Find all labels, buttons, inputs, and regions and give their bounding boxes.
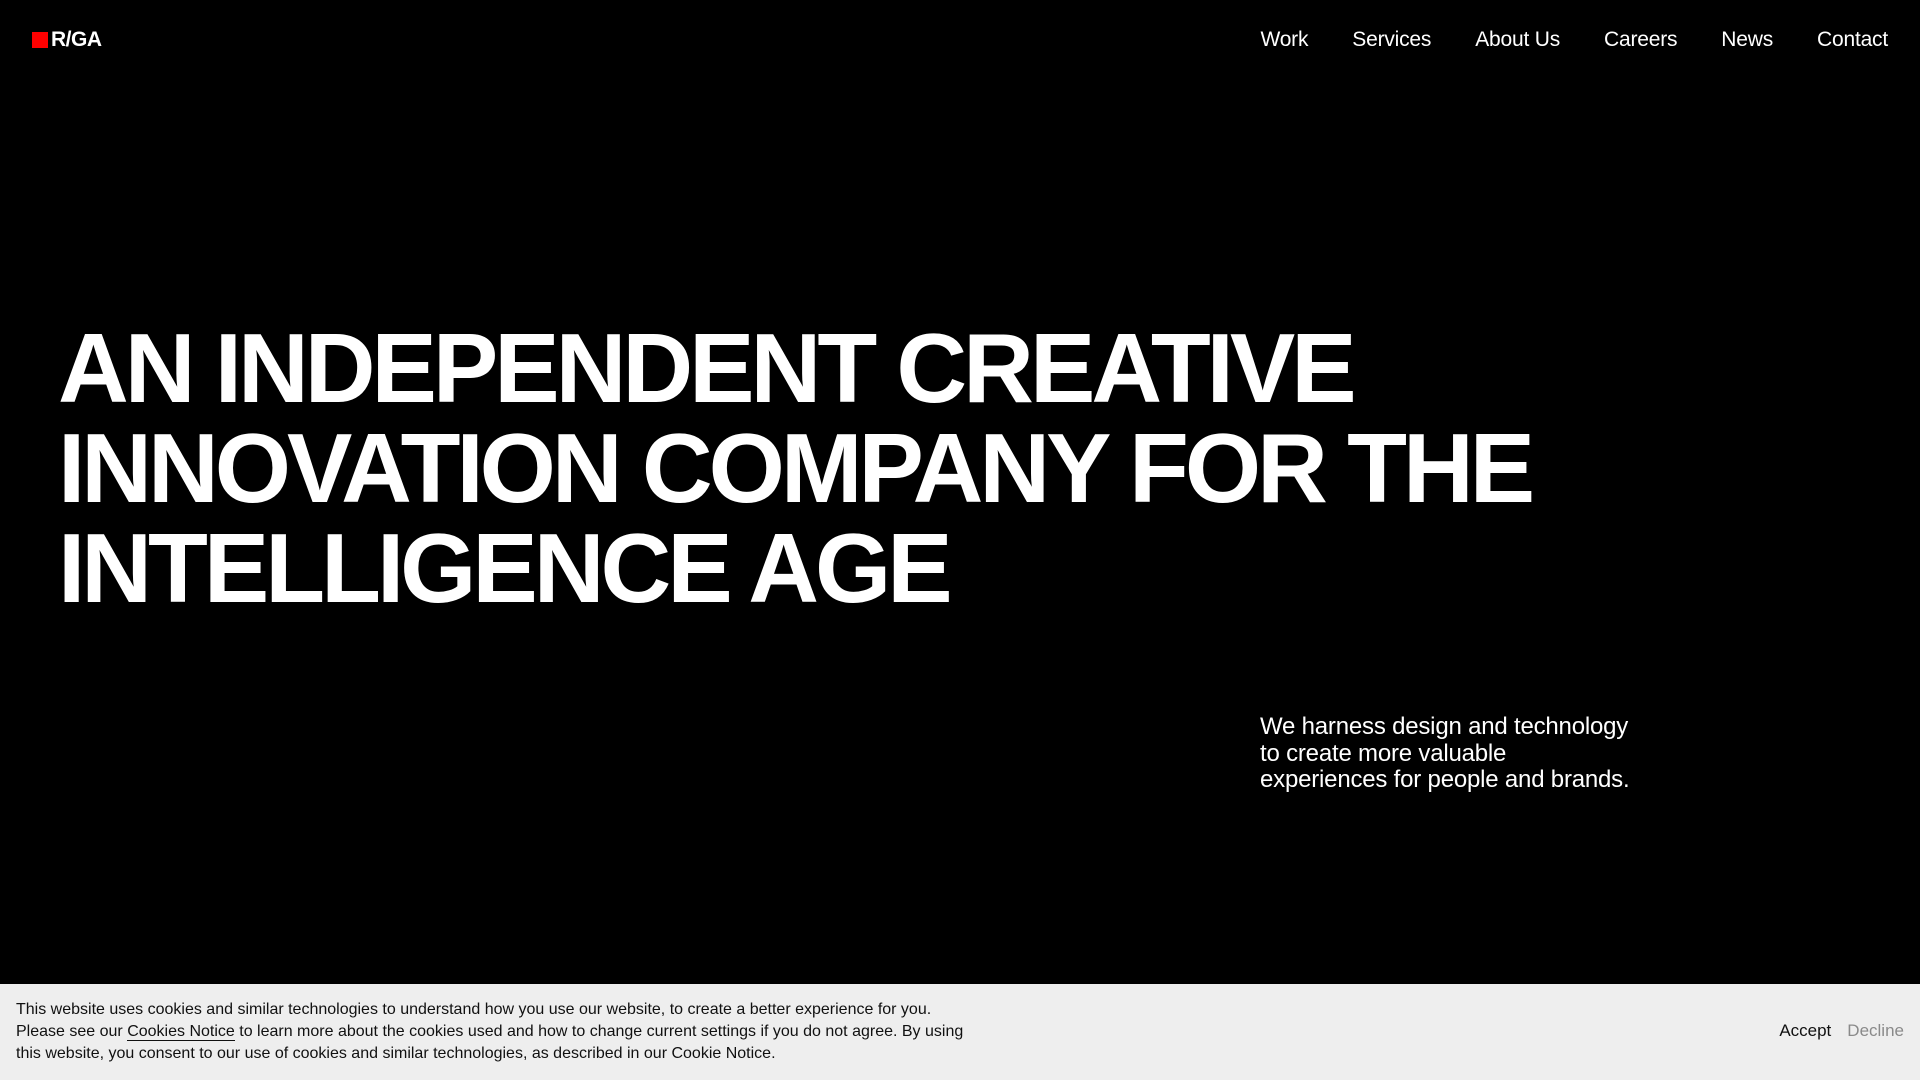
logo-text: R/GA: [51, 28, 102, 51]
nav-item-careers[interactable]: Careers: [1604, 26, 1677, 54]
nav-item-news[interactable]: News: [1721, 26, 1773, 54]
site-header: R/GA Work Services About Us Careers News…: [0, 0, 1920, 80]
nav-item-contact[interactable]: Contact: [1817, 26, 1888, 54]
nav-item-work[interactable]: Work: [1260, 26, 1308, 54]
nav-item-about-us[interactable]: About Us: [1475, 26, 1560, 54]
logo-red-square-icon: [32, 32, 48, 48]
main-nav: Work Services About Us Careers News Cont…: [1216, 26, 1888, 54]
nav-item-services[interactable]: Services: [1352, 26, 1431, 54]
logo-link[interactable]: R/GA: [32, 28, 102, 52]
accept-cookies-button[interactable]: Accept: [1779, 1020, 1831, 1042]
hero-headline-line-3: INTELLIGENCE AGE: [58, 513, 953, 623]
cookie-actions: Accept Decline: [1779, 1020, 1904, 1042]
hero-subtitle: We harness design and technology to crea…: [1260, 713, 1630, 793]
cookie-message: This website uses cookies and similar te…: [16, 999, 976, 1065]
cookies-notice-link[interactable]: Cookies Notice: [127, 1023, 235, 1041]
hero-headline-line-1: AN INDEPENDENT CREATIVE: [58, 313, 1357, 423]
hero-headline: AN INDEPENDENT CREATIVE INNOVATION COMPA…: [58, 318, 1658, 618]
hero-headline-line-2: INNOVATION COMPANY FOR THE: [58, 413, 1535, 523]
cookie-banner: This website uses cookies and similar te…: [0, 984, 1920, 1080]
decline-cookies-button[interactable]: Decline: [1847, 1020, 1904, 1042]
page: R/GA Work Services About Us Careers News…: [0, 0, 1920, 1080]
